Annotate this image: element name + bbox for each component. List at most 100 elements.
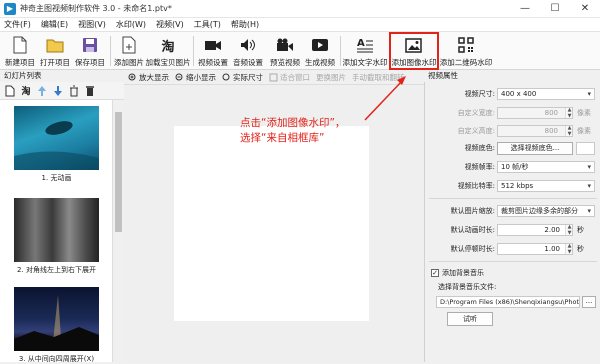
delete-icon[interactable] bbox=[67, 84, 81, 98]
close-button[interactable]: ✕ bbox=[570, 0, 600, 18]
menu-help[interactable]: 帮助(H) bbox=[231, 19, 259, 30]
audio-settings-button[interactable]: 音频设置 bbox=[231, 34, 265, 68]
video-size-select[interactable]: 400 x 400 bbox=[497, 88, 595, 100]
move-down-icon[interactable] bbox=[51, 84, 65, 98]
add-text-watermark-label: 添加文字水印 bbox=[342, 58, 388, 67]
menu-video[interactable]: 视频(V) bbox=[156, 19, 184, 30]
custom-width-unit: 像素 bbox=[577, 109, 591, 117]
spinner-icon[interactable]: ▲ ▼ bbox=[565, 244, 572, 254]
menu-file[interactable]: 文件(F) bbox=[4, 19, 31, 30]
add-image-button[interactable]: 添加图片 bbox=[112, 34, 146, 68]
annotation-line-2: 选择“来自相框库” bbox=[240, 132, 325, 144]
add-image-watermark-button[interactable]: 添加图像水印 bbox=[389, 32, 439, 70]
load-tb-image-button[interactable]: 淘 加载宝贝图片 bbox=[146, 34, 191, 68]
new-project-label: 新建项目 bbox=[5, 58, 35, 67]
menu-watermark[interactable]: 水印(W) bbox=[116, 19, 146, 30]
slides-toolbar: 淘 bbox=[0, 82, 124, 100]
window-title: 神奇主图视频制作软件 3.0 - 未命名1.ptv* bbox=[20, 4, 172, 13]
bg-color-swatch[interactable] bbox=[576, 141, 595, 155]
zoom-in-label: 放大显示 bbox=[139, 72, 169, 82]
listen-button[interactable]: 试听 bbox=[447, 312, 493, 326]
frame-rate-select[interactable]: 10 帧/秒 bbox=[497, 161, 595, 173]
open-project-button[interactable]: 打开项目 bbox=[38, 34, 72, 68]
film-camera-icon bbox=[204, 36, 222, 54]
menu-tools[interactable]: 工具(T) bbox=[194, 19, 221, 30]
move-up-icon[interactable] bbox=[35, 84, 49, 98]
image-scale-select[interactable]: 裁剪图片边缘多余的部分 bbox=[497, 205, 595, 217]
zoom-out-button[interactable]: 缩小显示 bbox=[175, 72, 216, 83]
new-project-button[interactable]: 新建项目 bbox=[3, 34, 37, 68]
actual-size-button[interactable]: 实际尺寸 bbox=[222, 72, 263, 83]
audio-settings-label: 音频设置 bbox=[233, 58, 263, 67]
replace-image-button[interactable]: 更换图片 bbox=[316, 72, 346, 83]
menu-view[interactable]: 视图(V) bbox=[78, 19, 106, 30]
slide-thumbnail bbox=[14, 106, 99, 170]
main-toolbar: 新建项目 打开项目 保存项目 添加图片 淘 加载宝贝图片 视频设置 音频设置 预… bbox=[0, 32, 600, 70]
slide-caption: 1. 无动画 bbox=[41, 174, 72, 182]
spinner-icon[interactable]: ▲ ▼ bbox=[565, 108, 572, 118]
folder-icon bbox=[46, 36, 64, 54]
trash-icon[interactable] bbox=[83, 84, 97, 98]
scrollbar-thumb[interactable] bbox=[115, 112, 122, 232]
divider bbox=[429, 261, 597, 262]
tutorial-annotation: 点击“添加图像水印”， 选择“来自相框库” bbox=[240, 116, 400, 145]
bg-music-file-input[interactable]: D:\Program Files (x86)\Shenqixiangsu\Pho… bbox=[436, 296, 580, 308]
anim-duration-input[interactable]: 2.00 ▲ ▼ bbox=[497, 224, 573, 236]
qrcode-icon bbox=[457, 36, 475, 54]
minimize-button[interactable]: — bbox=[510, 0, 540, 18]
select-bg-color-button[interactable]: 选择视频底色... bbox=[497, 141, 573, 155]
video-size-label: 视频尺寸: bbox=[464, 90, 495, 98]
maximize-button[interactable]: ☐ bbox=[540, 0, 570, 18]
pause-duration-value: 1.00 bbox=[544, 245, 560, 253]
toolbar-divider bbox=[110, 36, 111, 66]
video-canvas[interactable] bbox=[174, 126, 369, 321]
fit-window-icon bbox=[269, 73, 278, 82]
zoom-in-button[interactable]: 放大显示 bbox=[128, 72, 169, 83]
save-project-button[interactable]: 保存项目 bbox=[73, 34, 107, 68]
bitrate-select[interactable]: 512 kbps bbox=[497, 180, 595, 192]
bitrate-label: 视频比特率: bbox=[457, 182, 495, 190]
slide-caption: 2. 对角线左上到右下展开 bbox=[17, 266, 96, 274]
pause-duration-label: 默认停顿时长: bbox=[450, 245, 495, 253]
pause-duration-input[interactable]: 1.00 ▲ ▼ bbox=[497, 243, 573, 255]
bg-music-file-label: 选择背景音乐文件: bbox=[438, 283, 497, 291]
slide-item[interactable]: 2. 对角线左上到右下展开 bbox=[14, 198, 99, 275]
taobao-icon: 淘 bbox=[161, 39, 175, 55]
slide-item[interactable]: 3. 从中间向四周展开(X) bbox=[14, 287, 99, 364]
anim-duration-unit: 秒 bbox=[577, 226, 584, 234]
pause-duration-unit: 秒 bbox=[577, 245, 584, 253]
new-slide-icon[interactable] bbox=[3, 84, 17, 98]
actual-size-icon bbox=[222, 73, 231, 82]
manual-crop-button[interactable]: 手动截取和翻转 bbox=[352, 72, 405, 83]
custom-height-row: 自定义高度: 800 ▲ ▼ 像素 bbox=[425, 124, 600, 138]
generate-video-button[interactable]: 生成视频 bbox=[303, 34, 337, 68]
bg-music-checkbox[interactable]: ✓ bbox=[431, 269, 439, 277]
video-settings-button[interactable]: 视频设置 bbox=[196, 34, 230, 68]
slide-thumbnail bbox=[14, 287, 99, 351]
custom-width-input[interactable]: 800 ▲ ▼ bbox=[497, 107, 573, 119]
zoom-out-icon bbox=[175, 73, 184, 82]
taobao-icon[interactable]: 淘 bbox=[19, 84, 33, 98]
add-text-watermark-button[interactable]: A 添加文字水印 bbox=[342, 34, 388, 68]
custom-height-value: 800 bbox=[544, 127, 558, 135]
video-properties-panel: 视频尺寸: 400 x 400 自定义宽度: 800 ▲▼ 像素 自定义高度: 8… bbox=[424, 82, 600, 362]
slide-thumbnail bbox=[14, 198, 99, 262]
custom-height-label: 自定义高度: bbox=[457, 127, 495, 135]
spinner-icon[interactable]: ▲ ▼ bbox=[565, 126, 572, 136]
add-qrcode-watermark-button[interactable]: 添加二维码水印 bbox=[440, 34, 492, 68]
custom-width-value: 800 bbox=[544, 109, 558, 117]
slide-item[interactable]: 1. 无动画 bbox=[14, 106, 99, 183]
new-file-icon bbox=[11, 36, 29, 54]
slides-scrollbar[interactable] bbox=[112, 100, 124, 362]
fit-window-button[interactable]: 适合窗口 bbox=[269, 72, 310, 83]
browse-button[interactable]: ... bbox=[582, 296, 596, 308]
spinner-icon[interactable]: ▲ ▼ bbox=[565, 225, 572, 235]
menu-edit[interactable]: 编辑(E) bbox=[41, 19, 68, 30]
replace-image-label: 更换图片 bbox=[316, 72, 346, 82]
custom-height-input[interactable]: 800 ▲ ▼ bbox=[497, 125, 573, 137]
video-settings-label: 视频设置 bbox=[198, 58, 228, 67]
add-image-icon bbox=[120, 36, 138, 54]
video-bg-row: 视频底色: 选择视频底色... bbox=[425, 141, 600, 155]
image-scale-label: 默认图片缩放: bbox=[450, 207, 495, 215]
preview-video-button[interactable]: 预览视频 bbox=[268, 34, 302, 68]
